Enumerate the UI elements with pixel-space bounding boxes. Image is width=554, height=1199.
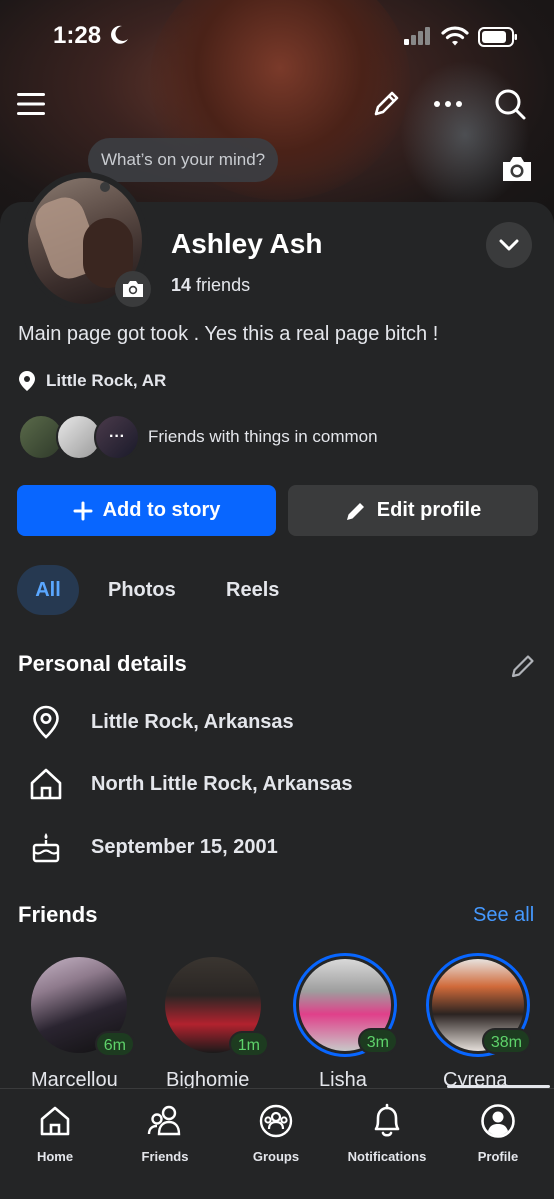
nav-label: Notifications xyxy=(347,1149,427,1164)
bell-icon xyxy=(370,1103,404,1139)
battery-icon xyxy=(478,27,517,47)
mutual-friends-text: Friends with things in common xyxy=(148,427,378,446)
status-time: 1:28 xyxy=(53,22,102,49)
location-pin-icon xyxy=(19,371,35,391)
menu-icon[interactable] xyxy=(11,84,51,124)
do-not-disturb-icon xyxy=(111,25,128,44)
home-icon xyxy=(38,1103,72,1139)
nav-label: Home xyxy=(36,1149,74,1164)
camera-icon xyxy=(123,281,143,297)
nav-friends[interactable]: Friends xyxy=(110,1089,220,1179)
edit-profile-label: Edit profile xyxy=(376,499,482,521)
home-icon xyxy=(28,766,64,802)
bubble-connector xyxy=(100,182,110,192)
chevron-down-icon xyxy=(499,239,519,251)
profile-bio: Main page got took . Yes this a real pag… xyxy=(18,323,439,345)
profile-location: Little Rock, AR xyxy=(18,369,166,393)
friend-avatar[interactable]: 1m xyxy=(161,953,269,1057)
friends-count-label: friends xyxy=(196,275,251,295)
cellular-signal-icon xyxy=(404,27,430,45)
tab-photos[interactable]: Photos xyxy=(108,565,176,615)
nav-label: Profile xyxy=(477,1149,519,1164)
nav-notifications[interactable]: Notifications xyxy=(332,1089,442,1179)
cover-camera-icon[interactable] xyxy=(500,155,534,183)
profile-icon xyxy=(480,1103,516,1139)
edit-pencil-icon[interactable] xyxy=(366,84,406,124)
profile-expand-button[interactable] xyxy=(486,222,532,268)
detail-birthday: September 15, 2001 xyxy=(28,829,278,865)
friend-avatar[interactable]: 6m xyxy=(27,953,135,1057)
nav-label: Groups xyxy=(252,1149,300,1164)
friends-icon xyxy=(147,1103,183,1139)
see-all-friends-link[interactable]: See all xyxy=(473,904,534,927)
nav-home[interactable]: Home xyxy=(0,1089,110,1179)
detail-current-city: Little Rock, Arkansas xyxy=(28,704,294,740)
birthday-cake-icon xyxy=(28,829,64,865)
mutual-avatar-more: ··· xyxy=(94,414,140,460)
add-to-story-button[interactable]: Add to story xyxy=(17,485,276,536)
tab-reels[interactable]: Reels xyxy=(226,565,279,615)
plus-icon xyxy=(73,501,93,520)
bottom-nav: Home Friends Groups Notifications Profil… xyxy=(0,1085,554,1199)
friend-active-badge: 3m xyxy=(357,1028,398,1054)
detail-text: Little Rock, Arkansas xyxy=(91,710,294,733)
search-icon[interactable] xyxy=(490,84,530,124)
friend-active-badge: 38m xyxy=(481,1028,531,1054)
friend-avatar-story[interactable]: 38m xyxy=(426,953,531,1057)
friends-section-title: Friends xyxy=(18,902,98,927)
nav-profile[interactable]: Profile xyxy=(443,1089,553,1179)
friend-active-badge: 1m xyxy=(228,1031,269,1057)
avatar-camera-button[interactable] xyxy=(115,271,151,307)
nav-label: Friends xyxy=(141,1149,189,1164)
edit-profile-button[interactable]: Edit profile xyxy=(288,485,538,536)
add-to-story-label: Add to story xyxy=(102,499,221,521)
detail-text: September 15, 2001 xyxy=(91,835,278,858)
friend-active-badge: 6m xyxy=(94,1031,135,1057)
edit-details-icon[interactable] xyxy=(509,652,537,680)
whats-on-your-mind-bubble[interactable]: What’s on your mind? xyxy=(88,138,279,182)
detail-hometown: North Little Rock, Arkansas xyxy=(28,766,353,802)
nav-groups[interactable]: Groups xyxy=(221,1089,331,1179)
tab-all[interactable]: All xyxy=(17,565,79,615)
personal-details-title: Personal details xyxy=(18,651,187,676)
active-tab-indicator xyxy=(447,1085,550,1088)
profile-name: Ashley Ash xyxy=(171,228,323,259)
mutual-friends-row[interactable]: ··· Friends with things in common xyxy=(18,412,378,462)
friends-count[interactable]: 14 friends xyxy=(171,275,250,296)
more-options-icon[interactable] xyxy=(428,84,468,124)
cover-detail xyxy=(400,60,530,210)
wifi-icon xyxy=(441,26,469,46)
pencil-icon xyxy=(346,502,364,520)
profile-location-text: Little Rock, AR xyxy=(46,371,167,390)
status-bar: 1:28 xyxy=(0,18,554,58)
groups-icon xyxy=(258,1103,294,1139)
friends-count-number: 14 xyxy=(171,275,192,295)
detail-text: North Little Rock, Arkansas xyxy=(91,772,353,795)
friend-avatar-story[interactable]: 3m xyxy=(293,953,398,1057)
location-pin-icon xyxy=(28,704,64,740)
